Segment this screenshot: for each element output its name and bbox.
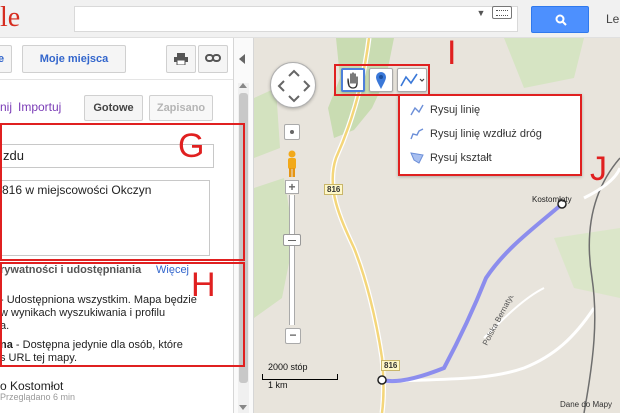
zoom-out-button[interactable]: −: [285, 328, 301, 344]
zoom-in-button[interactable]: +: [285, 180, 299, 194]
scale-label-feet: 2000 stóp: [268, 362, 308, 372]
marker-tool-button[interactable]: [369, 68, 393, 92]
link-button[interactable]: [198, 45, 228, 73]
scroll-up-icon[interactable]: [239, 83, 247, 88]
road-line-icon: [410, 128, 424, 140]
hand-tool-button[interactable]: [341, 68, 365, 92]
zoom-slider-track[interactable]: [289, 195, 295, 325]
search-dropdown-icon[interactable]: ▼: [474, 6, 488, 20]
marker-icon: [376, 72, 386, 89]
annotation-box-g: [0, 123, 245, 261]
draw-line-menu-item[interactable]: Rysuj linię: [410, 102, 480, 118]
pan-arrows-icon: [277, 69, 311, 103]
drawing-toolbar: [334, 64, 430, 96]
draw-road-line-menu-item[interactable]: Rysuj linię wzdłuż dróg: [410, 126, 542, 142]
annotation-letter-h: H: [191, 266, 216, 304]
draw-road-line-label: Rysuj linię wzdłuż dróg: [430, 128, 542, 140]
draw-menu: Rysuj linię Rysuj linię wzdłuż dróg Rysu…: [398, 94, 582, 176]
street-label-text: Polska Bernatycze: [481, 296, 520, 347]
search-input[interactable]: [74, 6, 518, 32]
link-icon: [205, 54, 221, 62]
google-logo-fragment[interactable]: le: [0, 4, 20, 32]
my-places-button[interactable]: Moje miejsca: [22, 45, 126, 73]
pegman-icon[interactable]: [285, 150, 299, 178]
annotation-letter-j: J: [590, 150, 607, 188]
street-label: Polska Bernatycze: [481, 296, 520, 347]
collapse-panel-icon[interactable]: [239, 54, 245, 64]
line-icon: [410, 104, 424, 116]
annotation-letter-g: G: [178, 127, 205, 165]
pan-control[interactable]: [270, 62, 316, 108]
map-canvas[interactable]: + − Rysuj linię Rysuj linię wzdłuż dróg …: [254, 38, 620, 413]
print-icon: [174, 53, 188, 66]
top-bar: le ▼ Le: [0, 0, 620, 38]
draw-shape-label: Rysuj kształt: [430, 152, 492, 164]
zoom-slider-handle[interactable]: [283, 234, 301, 246]
search-button[interactable]: [531, 6, 589, 33]
hand-icon: [347, 72, 358, 89]
polyline-icon: [400, 73, 425, 87]
panel-toolbar: e Moje miejsca: [0, 38, 233, 80]
draw-shape-menu-item[interactable]: Rysuj kształt: [410, 150, 492, 166]
done-button[interactable]: Gotowe: [84, 95, 143, 121]
keyboard-icon[interactable]: [492, 6, 512, 19]
zoom-reset-button[interactable]: [284, 124, 300, 140]
map-credit[interactable]: Dane do Mapy: [560, 400, 612, 409]
recent-place-title[interactable]: o Kostomłot: [0, 379, 63, 393]
scroll-down-icon[interactable]: [239, 405, 247, 410]
place-label: Kostomłoty: [532, 195, 572, 204]
user-link-fragment[interactable]: Le: [606, 12, 619, 26]
line-tool-button[interactable]: [397, 68, 427, 92]
scale-label-km: 1 km: [268, 380, 288, 390]
recent-place-meta: Przeglądano 6 min: [0, 392, 76, 402]
import-link[interactable]: Importuj: [18, 100, 61, 114]
road-number-label: 816: [381, 360, 401, 371]
draw-line-label: Rysuj linię: [430, 104, 481, 116]
print-button[interactable]: [166, 45, 196, 73]
search-icon: [555, 14, 567, 26]
panel-button-fragment[interactable]: e: [0, 45, 12, 73]
action-link-fragment[interactable]: nij: [0, 100, 12, 114]
road-number-label: 816: [324, 184, 344, 195]
shape-icon: [410, 152, 424, 164]
saved-button[interactable]: Zapisano: [149, 95, 213, 121]
annotation-letter-i: I: [447, 34, 457, 72]
